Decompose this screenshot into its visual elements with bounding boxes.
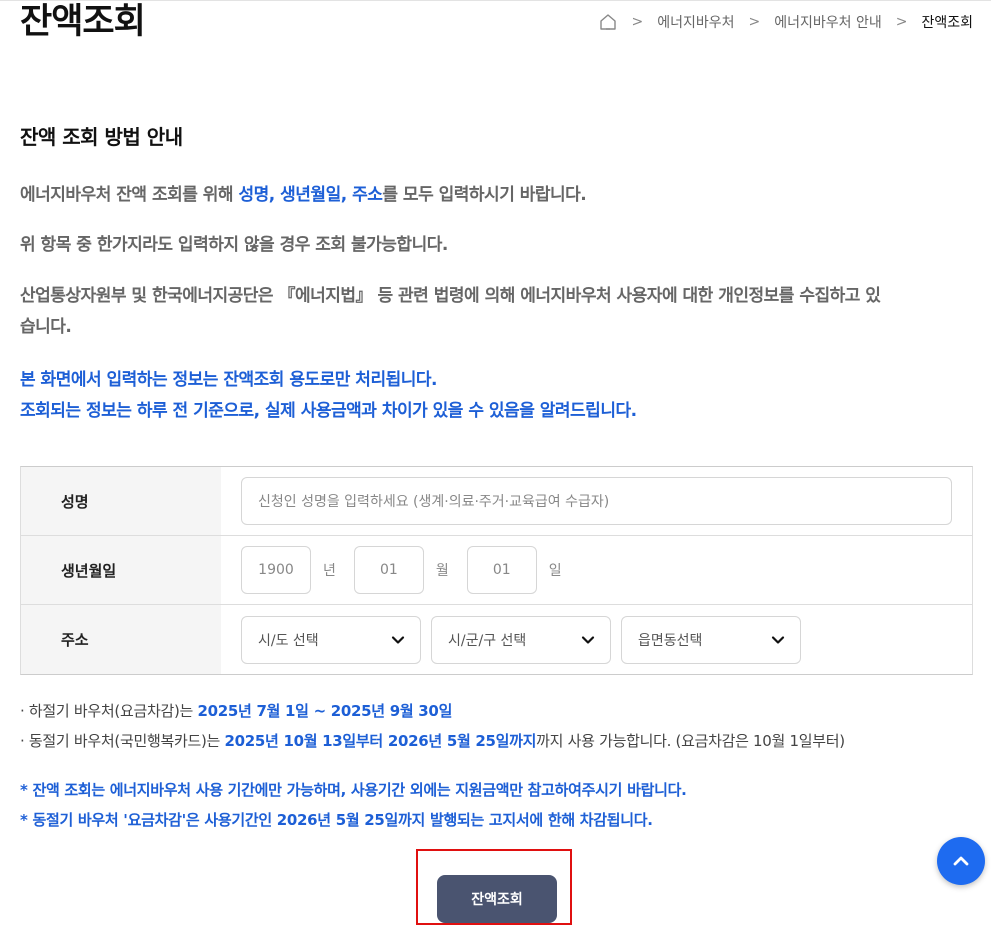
summer-voucher-period: 2025년 7월 1일 ~ 2025년 9월 30일 xyxy=(197,702,453,720)
winter-voucher-info: · 동절기 바우처(국민행복카드)는 2025년 10월 13일부터 2026년… xyxy=(20,726,845,756)
balance-form: 성명 신청인 성명을 입력하세요 (생계·의료·주거·교육급여 수급자) 생년월… xyxy=(20,466,973,675)
chevron-down-icon xyxy=(581,635,595,644)
winter-voucher-text: · 동절기 바우처(국민행복카드)는 xyxy=(20,732,225,750)
eupmyeondong-select-value: 읍면동선택 xyxy=(638,632,703,649)
breadcrumb-separator: > xyxy=(631,14,644,30)
winter-voucher-period: 2025년 10월 13일부터 2026년 5월 25일까지 xyxy=(224,732,537,750)
address-label: 주소 xyxy=(21,605,221,674)
birth-label: 생년월일 xyxy=(21,536,221,604)
required-fields-highlight: 성명, 생년월일, 주소 xyxy=(238,185,383,205)
address-field-cell: 시/도 선택 시/군/구 선택 읍면동선택 xyxy=(221,605,972,674)
sido-select-value: 시/도 선택 xyxy=(258,632,319,649)
warning-paragraph: 위 항목 중 한가지라도 입력하지 않을 경우 조회 불가능합니다. xyxy=(20,235,448,255)
instruction-text: 에너지바우처 잔액 조회를 위해 xyxy=(20,185,239,205)
summer-voucher-text: · 하절기 바우처(요금차감)는 xyxy=(20,702,198,720)
birth-row: 생년월일 1900 년 01 월 01 일 xyxy=(21,536,972,605)
page-title: 잔액조회 xyxy=(20,2,146,42)
sigungu-select[interactable]: 시/군/구 선택 xyxy=(431,615,611,664)
breadcrumb-separator: > xyxy=(748,14,761,30)
breadcrumb-item-voucher-guide[interactable]: 에너지바우처 안내 xyxy=(774,12,882,32)
breadcrumb-item-balance: 잔액조회 xyxy=(921,15,973,31)
name-row: 성명 신청인 성명을 입력하세요 (생계·의료·주거·교육급여 수급자) xyxy=(21,467,972,536)
notice-paragraph: 본 화면에서 입력하는 정보는 잔액조회 용도로만 처리됩니다. 조회되는 정보… xyxy=(20,365,637,427)
breadcrumb-separator: > xyxy=(895,14,908,30)
scroll-top-button[interactable] xyxy=(937,837,985,885)
section-title: 잔액 조회 방법 안내 xyxy=(20,125,183,149)
balance-inquiry-button[interactable]: 잔액조회 xyxy=(437,875,557,923)
privacy-text-line: 산업통상자원부 및 한국에너지공단은 『에너지법』 등 관련 법령에 의해 에너… xyxy=(20,286,881,306)
year-unit: 년 xyxy=(323,563,336,579)
privacy-text-line: 습니다. xyxy=(20,317,72,337)
day-unit: 일 xyxy=(548,563,562,579)
breadcrumb: > 에너지바우처 > 에너지바우처 안내 > 잔액조회 xyxy=(599,12,973,32)
birth-year-input[interactable]: 1900 xyxy=(241,546,311,594)
address-row: 주소 시/도 선택 시/군/구 선택 읍면동선택 xyxy=(21,605,972,674)
eupmyeondong-select[interactable]: 읍면동선택 xyxy=(621,615,801,664)
name-input[interactable]: 신청인 성명을 입력하세요 (생계·의료·주거·교육급여 수급자) xyxy=(241,477,952,525)
chevron-down-icon xyxy=(391,635,405,644)
deduction-note: * 동절기 바우처 '요금차감'은 사용기간인 2026년 5월 25일까지 발… xyxy=(20,811,653,829)
instruction-paragraph: 에너지바우처 잔액 조회를 위해 성명, 생년월일, 주소를 모두 입력하시기 … xyxy=(20,180,587,211)
birth-day-input[interactable]: 01 xyxy=(466,546,537,594)
notice-line: 조회되는 정보는 하루 전 기준으로, 실제 사용금액과 차이가 있을 수 있음… xyxy=(20,401,637,421)
chevron-up-icon xyxy=(953,856,969,866)
notice-line: 본 화면에서 입력하는 정보는 잔액조회 용도로만 처리됩니다. xyxy=(20,370,437,390)
instruction-text: 를 모두 입력하시기 바랍니다. xyxy=(382,185,587,205)
sigungu-select-value: 시/군/구 선택 xyxy=(448,632,527,649)
chevron-down-icon xyxy=(771,635,785,644)
privacy-paragraph: 산업통상자원부 및 한국에너지공단은 『에너지법』 등 관련 법령에 의해 에너… xyxy=(20,281,980,343)
name-label: 성명 xyxy=(21,467,221,535)
name-field-cell: 신청인 성명을 입력하세요 (생계·의료·주거·교육급여 수급자) xyxy=(221,467,972,535)
sido-select[interactable]: 시/도 선택 xyxy=(241,615,421,664)
winter-voucher-suffix: 까지 사용 가능합니다. (요금차감은 10월 1일부터) xyxy=(536,732,845,750)
breadcrumb-item-energy-voucher[interactable]: 에너지바우처 xyxy=(657,12,734,32)
birth-month-input[interactable]: 01 xyxy=(353,546,424,594)
summer-voucher-info: · 하절기 바우처(요금차감)는 2025년 7월 1일 ~ 2025년 9월 … xyxy=(20,696,452,726)
birth-field-cell: 1900 년 01 월 01 일 xyxy=(221,536,972,604)
top-divider xyxy=(0,0,991,1)
month-unit: 월 xyxy=(435,563,449,579)
home-icon[interactable] xyxy=(599,13,617,31)
balance-note: * 잔액 조회는 에너지바우처 사용 기간에만 가능하며, 사용기간 외에는 지… xyxy=(20,781,687,799)
